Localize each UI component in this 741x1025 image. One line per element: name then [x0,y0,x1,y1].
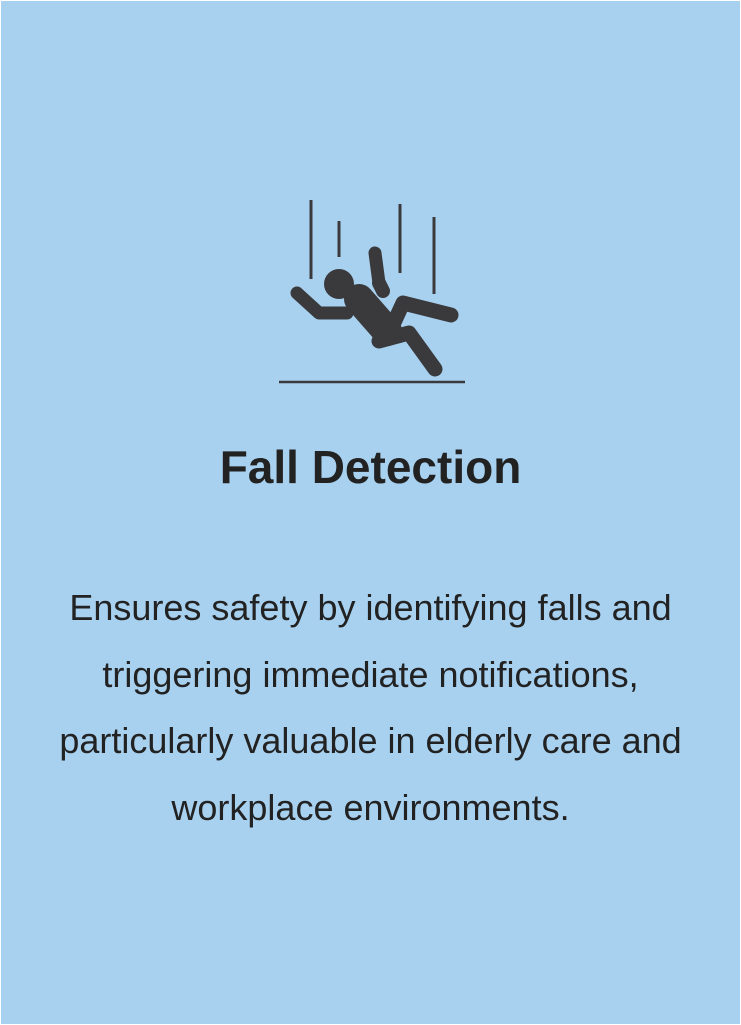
falling-person-icon [271,191,471,391]
feature-card: Fall Detection Ensures safety by identif… [1,1,740,1024]
body [290,246,459,377]
card-description: Ensures safety by identifying falls and … [59,587,682,828]
card-title: Fall Detection [219,441,522,493]
